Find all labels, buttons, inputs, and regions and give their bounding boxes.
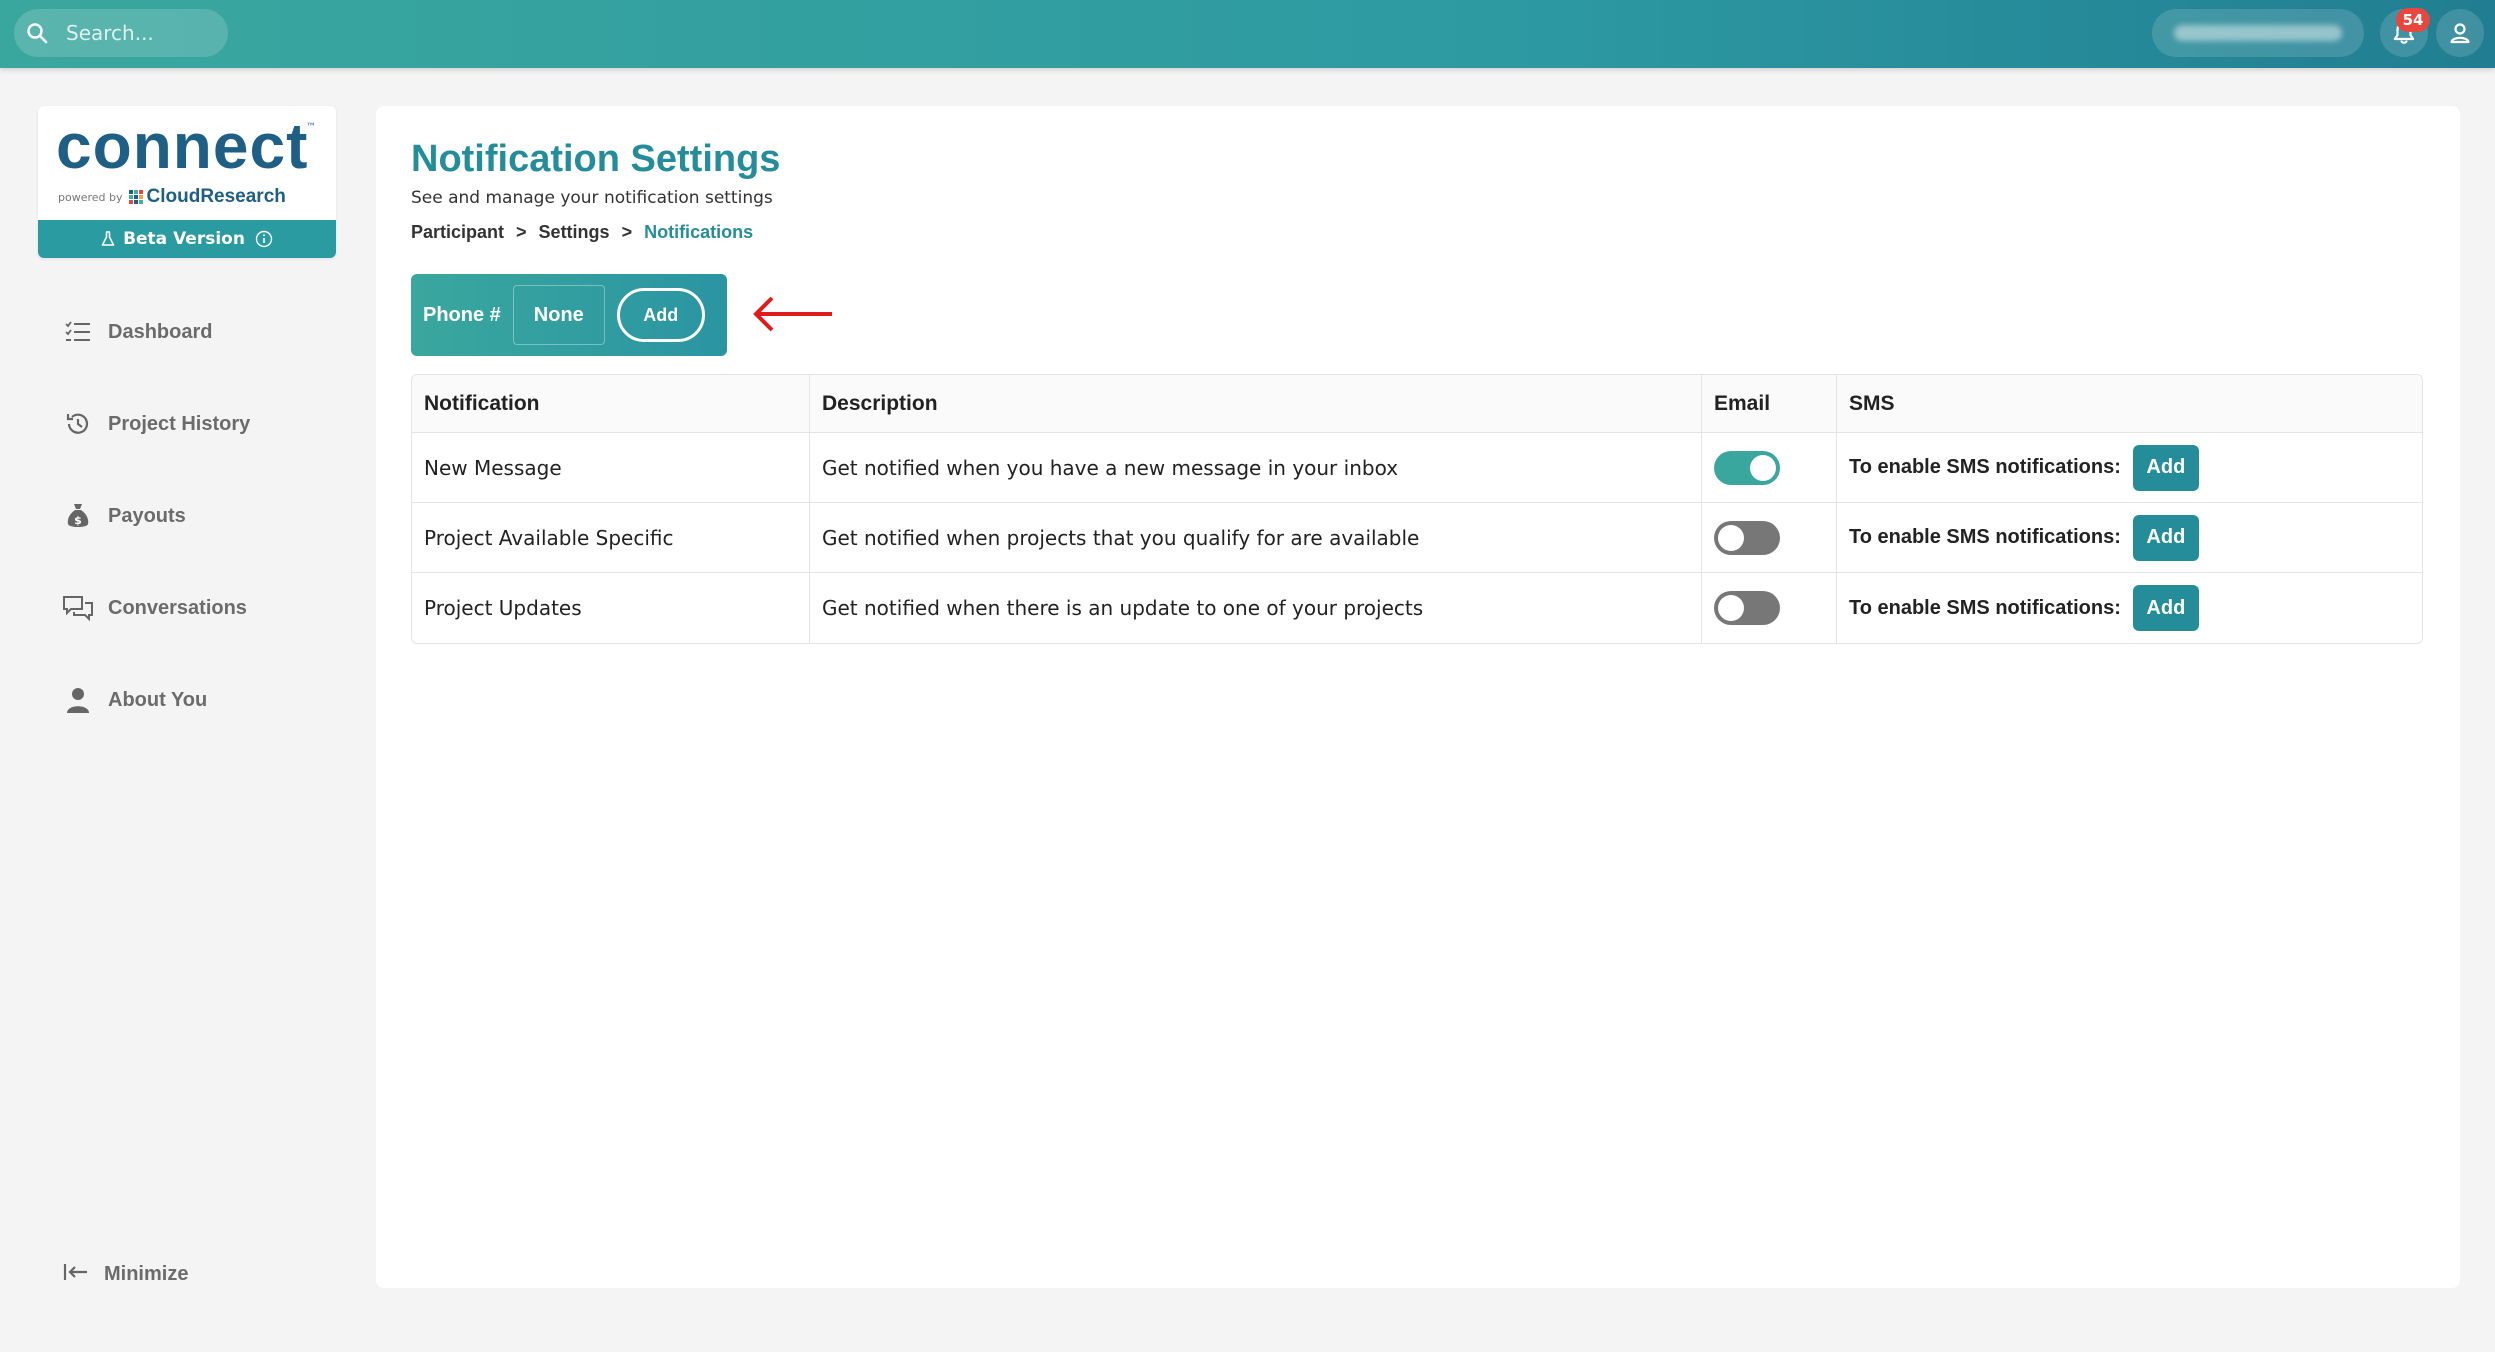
sidebar-item-label: Payouts [108,504,186,527]
connect-logo: connect [56,114,308,178]
beta-version-bar: Beta Version [38,220,336,258]
logo-card[interactable]: connect ™ powered by CloudResearch Beta … [38,106,336,258]
phone-label: Phone # [423,303,501,326]
user-name-button[interactable] [2152,9,2364,57]
main-content-card: Notification Settings See and manage you… [376,106,2460,1288]
search-icon [27,23,48,44]
logo-trademark: ™ [306,122,316,133]
notification-name: Project Updates [412,573,810,643]
page-subtitle: See and manage your notification setting… [411,188,773,208]
sms-enable-text: To enable SMS notifications: [1849,596,2121,619]
header-description: Description [810,375,1702,433]
sidebar-item-label: About You [108,688,208,711]
logo-word-part2: nnect [132,110,309,182]
minimize-button[interactable]: Minimize [62,1252,188,1296]
notification-description: Get notified when you have a new message… [810,433,1702,503]
table-row: New Message Get notified when you have a… [412,433,2422,503]
breadcrumb-settings[interactable]: Settings [539,222,610,243]
notification-description: Get notified when there is an update to … [810,573,1702,643]
sms-cell: To enable SMS notifications: Add [1837,503,2422,573]
toggle-knob [1718,524,1744,551]
table-row: Project Available Specific Get notified … [412,503,2422,573]
red-arrow-annotation [753,296,832,332]
sidebar-item-dashboard[interactable]: Dashboard [62,310,322,354]
cloudresearch-brand: CloudResearch [146,186,286,207]
user-icon [2450,23,2470,44]
logo-word-part1: co [56,110,133,182]
sidebar-item-label: Conversations [108,596,247,619]
notification-name: New Message [412,433,810,503]
info-icon[interactable] [255,230,273,248]
beta-version-label: Beta Version [123,229,245,249]
page-title: Notification Settings [411,138,781,180]
phone-value: None [512,285,605,345]
sidebar-item-project-history[interactable]: Project History [62,402,322,446]
svg-text:$: $ [74,514,82,527]
collapse-left-icon [62,1261,90,1287]
email-toggle-cell [1702,503,1837,573]
breadcrumb: Participant > Settings > Notifications [411,222,753,243]
notification-description: Get notified when projects that you qual… [810,503,1702,573]
table-header-row: Notification Description Email SMS [412,375,2422,433]
sms-add-button[interactable]: Add [2132,514,2199,561]
search-box[interactable] [14,9,228,57]
chat-icon [62,592,94,624]
sms-add-button[interactable]: Add [2132,585,2199,631]
breadcrumb-participant[interactable]: Participant [411,222,504,243]
user-menu-button[interactable] [2436,9,2484,57]
breadcrumb-separator: > [516,222,527,242]
email-toggle-cell [1702,573,1837,643]
list-check-icon [62,316,94,348]
cloudresearch-grid-icon [128,190,143,204]
notification-name: Project Available Specific [412,503,810,573]
minimize-label: Minimize [104,1262,189,1285]
phone-number-box: Phone # None Add [411,274,727,356]
sidebar-item-conversations[interactable]: Conversations [62,586,322,630]
sms-cell: To enable SMS notifications: Add [1837,433,2422,503]
table-row: Project Updates Get notified when there … [412,573,2422,643]
email-toggle-new-message[interactable] [1714,450,1780,485]
person-icon [62,684,94,716]
notifications-table: Notification Description Email SMS New M… [411,374,2423,644]
notification-count-badge: 54 [2396,8,2430,32]
flask-icon [101,231,115,246]
sms-enable-text: To enable SMS notifications: [1849,456,2121,478]
toggle-knob [1718,595,1744,621]
sms-cell: To enable SMS notifications: Add [1837,573,2422,643]
sidebar-item-label: Project History [108,412,251,435]
header-email: Email [1702,375,1837,433]
sidebar-item-about-you[interactable]: About You [62,678,322,722]
sidebar-item-label: Dashboard [108,320,213,343]
user-name-redacted [2174,25,2342,41]
search-input[interactable] [66,21,216,45]
breadcrumb-separator: > [621,222,633,242]
email-toggle-cell [1702,433,1837,503]
email-toggle-project-available[interactable] [1714,520,1780,555]
add-phone-button[interactable]: Add [616,288,705,342]
powered-by: powered by CloudResearch [58,186,286,208]
sms-add-button[interactable]: Add [2132,444,2199,491]
header-sms: SMS [1837,375,2422,433]
money-bag-icon: $ [62,500,94,532]
history-icon [62,408,94,440]
sidebar-item-payouts[interactable]: $ Payouts [62,494,322,538]
breadcrumb-notifications: Notifications [644,222,754,242]
sms-enable-text: To enable SMS notifications: [1849,526,2121,548]
header-notification: Notification [412,375,810,433]
email-toggle-project-updates[interactable] [1714,591,1780,625]
toggle-knob [1750,454,1776,481]
top-bar: 54 [0,0,2495,68]
powered-by-text: powered by [58,190,123,204]
